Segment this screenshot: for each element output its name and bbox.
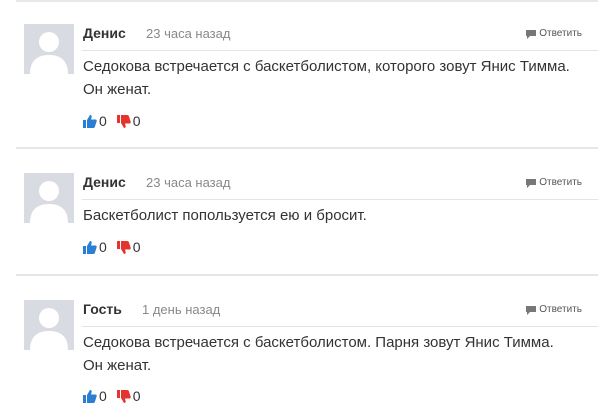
person-silhouette-icon xyxy=(24,300,74,350)
thumbs-down-icon xyxy=(116,240,131,254)
thumbs-up-icon xyxy=(83,114,97,128)
comment-author[interactable]: Гость xyxy=(83,300,122,318)
reply-label: Ответить xyxy=(539,28,582,39)
speech-bubble-icon xyxy=(526,178,537,188)
like-count: 0 xyxy=(99,388,107,404)
thumbs-down-icon xyxy=(116,114,131,128)
comment-header-line xyxy=(82,199,598,200)
comment-text: Седокова встречается с баскетболистом, к… xyxy=(83,58,570,98)
like-button[interactable]: 0 xyxy=(83,388,107,404)
dislike-count: 0 xyxy=(132,239,141,255)
comment-header-line xyxy=(82,50,598,51)
comment-author[interactable]: Денис xyxy=(83,173,126,191)
thumbs-up-icon xyxy=(83,389,97,403)
reply-label: Ответить xyxy=(539,304,582,315)
thumbs-down-icon xyxy=(116,389,131,403)
comment-divider xyxy=(16,147,598,149)
reply-button[interactable]: Ответить xyxy=(526,303,582,317)
like-button[interactable]: 0 xyxy=(83,113,107,129)
reply-label: Ответить xyxy=(539,177,582,188)
vote-bar: 0 0 xyxy=(83,388,141,404)
comment-time: 23 часа назад xyxy=(146,26,231,41)
avatar xyxy=(24,300,74,350)
comment-header-line xyxy=(82,326,598,327)
dislike-button[interactable]: 0 xyxy=(116,113,141,129)
comment-divider xyxy=(16,274,598,276)
like-count: 0 xyxy=(99,239,107,255)
speech-bubble-icon xyxy=(526,305,537,315)
comment-author[interactable]: Денис xyxy=(83,24,126,42)
avatar xyxy=(24,24,74,74)
comment-item: Гость 1 день назад Ответить Седокова вст… xyxy=(16,300,598,413)
dislike-button[interactable]: 0 xyxy=(116,388,141,404)
vote-bar: 0 0 xyxy=(83,239,141,255)
comment-time: 23 часа назад xyxy=(146,175,231,190)
like-button[interactable]: 0 xyxy=(83,239,107,255)
speech-bubble-icon xyxy=(526,29,537,39)
dislike-count: 0 xyxy=(132,388,141,404)
avatar xyxy=(24,173,74,223)
comment-text: Седокова встречается с баскетболистом. П… xyxy=(83,334,554,374)
vote-bar: 0 0 xyxy=(83,113,141,129)
reply-button[interactable]: Ответить xyxy=(526,176,582,190)
reply-button[interactable]: Ответить xyxy=(526,27,582,41)
dislike-count: 0 xyxy=(132,113,141,129)
dislike-button[interactable]: 0 xyxy=(116,239,141,255)
thumbs-up-icon xyxy=(83,240,97,254)
comment-item: Денис 23 часа назад Ответить Седокова вс… xyxy=(16,24,598,149)
person-silhouette-icon xyxy=(24,24,74,74)
comment-text: Баскетболист попользуется ею и бросит. xyxy=(83,207,367,224)
top-divider xyxy=(16,0,598,2)
person-silhouette-icon xyxy=(24,173,74,223)
comment-time: 1 день назад xyxy=(142,302,221,317)
comment-item: Денис 23 часа назад Ответить Баскетболис… xyxy=(16,173,598,276)
like-count: 0 xyxy=(99,113,107,129)
